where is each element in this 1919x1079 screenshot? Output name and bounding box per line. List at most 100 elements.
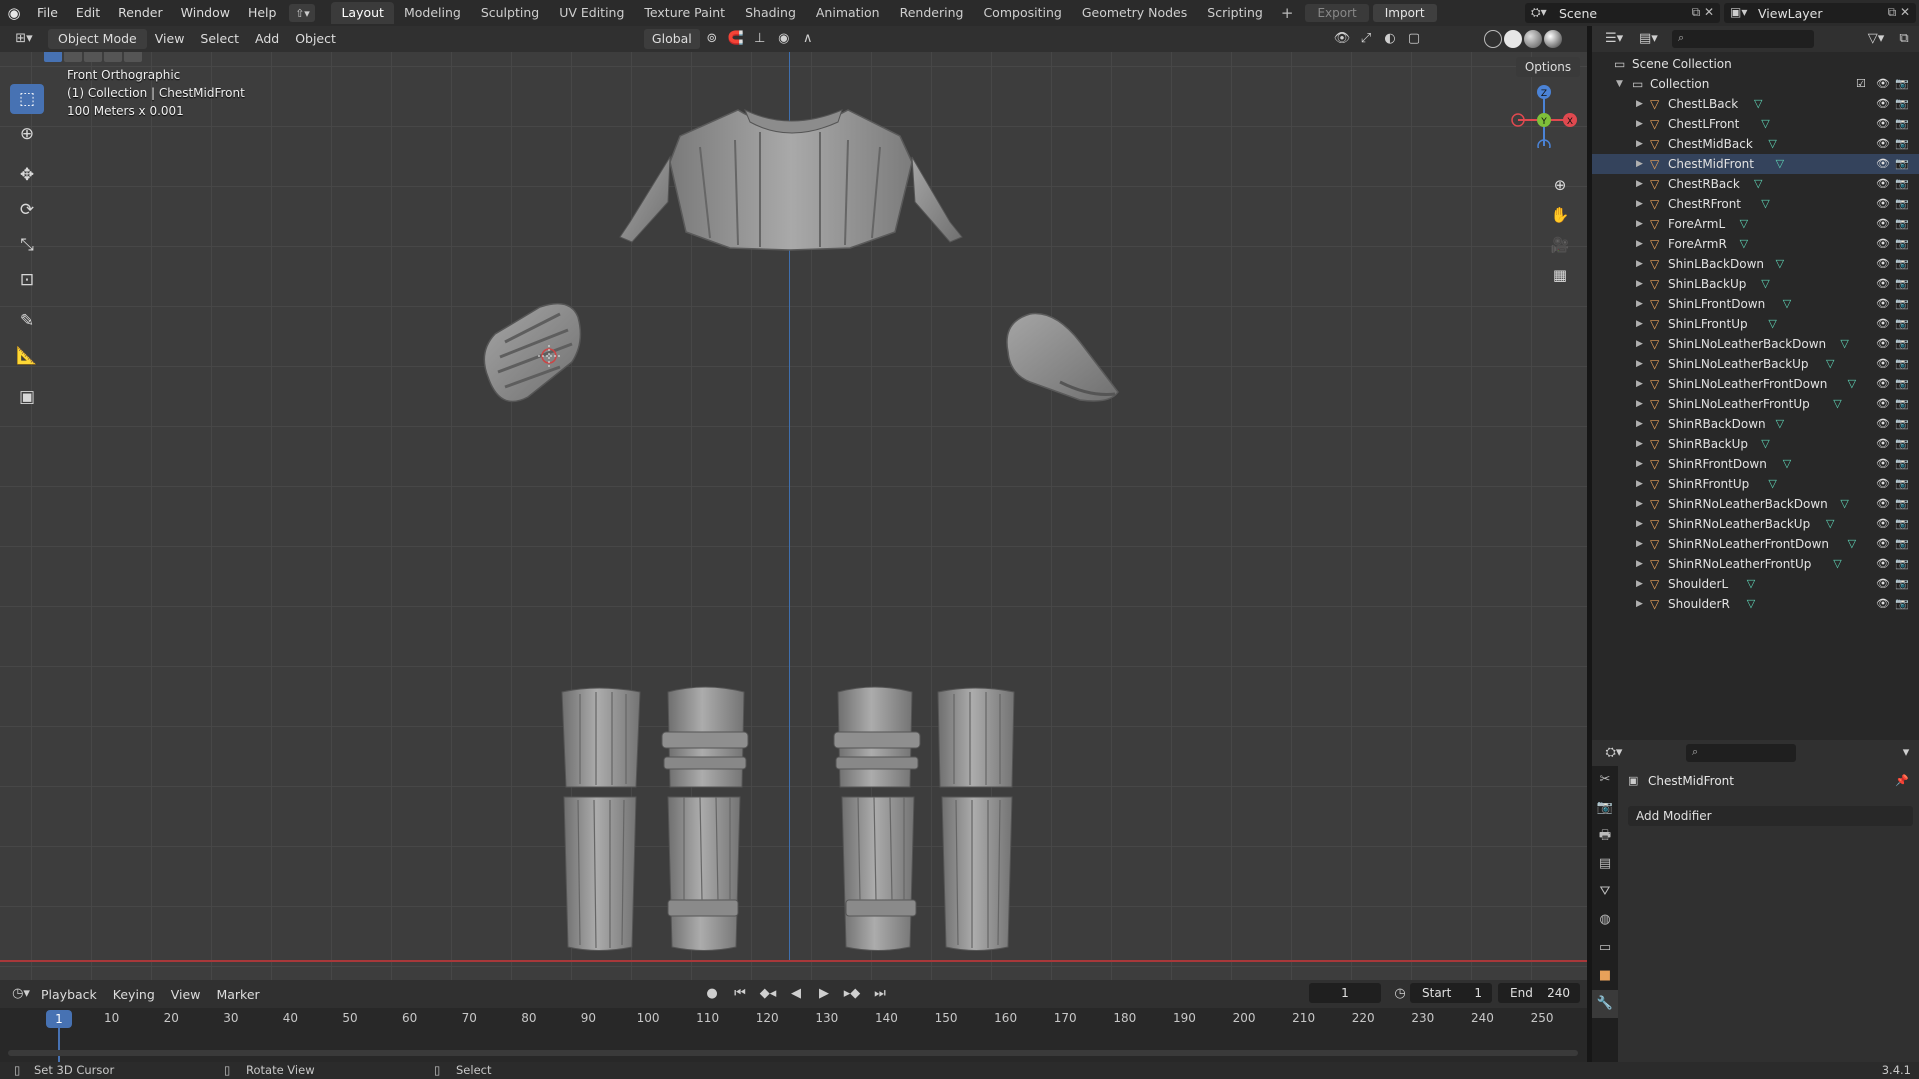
visibility-eye-icon[interactable]: 👁 bbox=[1876, 134, 1890, 154]
tab-sculpting[interactable]: Sculpting bbox=[471, 2, 549, 24]
mesh-data-icon[interactable]: ▽ bbox=[1768, 134, 1776, 154]
expand-item-icon[interactable]: ▶ bbox=[1636, 214, 1643, 234]
outliner-item[interactable]: ▶ ▽ ChestRBack ▽ 👁 📷 bbox=[1592, 174, 1919, 194]
chest-model[interactable] bbox=[619, 108, 963, 284]
visibility-eye-icon[interactable]: 👁 bbox=[1876, 114, 1890, 134]
visibility-eye-icon[interactable]: 👁 bbox=[1876, 314, 1890, 334]
mesh-data-icon[interactable]: ▽ bbox=[1761, 434, 1769, 454]
start-frame-field[interactable]: Start 1 bbox=[1410, 983, 1492, 1003]
new-scene-icon[interactable]: ⧉ ✕ bbox=[1692, 5, 1714, 20]
render-camera-icon[interactable]: 📷 bbox=[1895, 494, 1909, 514]
object-mode-dropdown[interactable]: Object Mode bbox=[48, 29, 147, 49]
render-camera-icon[interactable]: 📷 bbox=[1895, 414, 1909, 434]
expand-item-icon[interactable]: ▶ bbox=[1636, 94, 1643, 114]
mesh-data-icon[interactable]: ▽ bbox=[1783, 454, 1791, 474]
render-camera-icon[interactable]: 📷 bbox=[1895, 594, 1909, 614]
navigation-gizmo[interactable]: Z Y X bbox=[1490, 68, 1580, 148]
mesh-data-icon[interactable]: ▽ bbox=[1826, 354, 1834, 374]
render-camera-icon[interactable]: 📷 bbox=[1895, 114, 1909, 134]
mesh-data-icon[interactable]: ▽ bbox=[1848, 534, 1856, 554]
expand-item-icon[interactable]: ▶ bbox=[1636, 434, 1643, 454]
render-camera-icon[interactable]: 📷 bbox=[1895, 74, 1909, 94]
visibility-eye-icon[interactable]: 👁 bbox=[1876, 354, 1890, 374]
outliner-item[interactable]: ▶ ▽ ShinRFrontUp ▽ 👁 📷 bbox=[1592, 474, 1919, 494]
select-new-icon[interactable] bbox=[44, 52, 62, 62]
outliner-search-input[interactable]: ⌕ bbox=[1672, 30, 1814, 48]
proportional-edit-icon[interactable]: ◉ bbox=[775, 30, 793, 48]
mesh-data-icon[interactable]: ▽ bbox=[1776, 414, 1784, 434]
pan-hand-icon[interactable]: ✋ bbox=[1547, 202, 1573, 228]
visibility-eye-icon[interactable]: 👁 bbox=[1876, 494, 1890, 514]
tab-modeling[interactable]: Modeling bbox=[394, 2, 471, 24]
mesh-data-icon[interactable]: ▽ bbox=[1833, 554, 1841, 574]
render-camera-icon[interactable]: 📷 bbox=[1895, 554, 1909, 574]
expand-item-icon[interactable]: ▶ bbox=[1636, 514, 1643, 534]
select-box-tool-icon[interactable]: ⬚ bbox=[10, 84, 44, 114]
render-camera-icon[interactable]: 📷 bbox=[1895, 374, 1909, 394]
scene-selector[interactable]: ⛭▾ Scene ⧉ ✕ bbox=[1525, 3, 1720, 23]
timeline-editor-icon[interactable]: ◷▾ bbox=[12, 985, 30, 1003]
mesh-data-icon[interactable]: ▽ bbox=[1826, 514, 1834, 534]
visibility-eye-icon[interactable]: 👁 bbox=[1876, 554, 1890, 574]
mesh-data-icon[interactable]: ▽ bbox=[1761, 194, 1769, 214]
render-camera-icon[interactable]: 📷 bbox=[1895, 214, 1909, 234]
timeline-scrollbar[interactable] bbox=[8, 1050, 1578, 1056]
expand-item-icon[interactable]: ▶ bbox=[1636, 494, 1643, 514]
visibility-eye-icon[interactable]: 👁 bbox=[1876, 454, 1890, 474]
collection-tab-icon[interactable]: ▭ bbox=[1592, 934, 1618, 962]
import-button[interactable]: Import bbox=[1372, 4, 1437, 22]
tab-rendering[interactable]: Rendering bbox=[890, 2, 974, 24]
zoom-icon[interactable]: ⊕ bbox=[1547, 172, 1573, 198]
mesh-data-icon[interactable]: ▽ bbox=[1776, 254, 1784, 274]
outliner-item[interactable]: ▶ ▽ ShinRNoLeatherBackDown ▽ 👁 📷 bbox=[1592, 494, 1919, 514]
expand-item-icon[interactable]: ▶ bbox=[1636, 594, 1643, 614]
render-camera-icon[interactable]: 📷 bbox=[1895, 134, 1909, 154]
expand-item-icon[interactable]: ▶ bbox=[1636, 534, 1643, 554]
expand-item-icon[interactable]: ▶ bbox=[1636, 234, 1643, 254]
object-tab-icon[interactable]: ■ bbox=[1592, 962, 1618, 990]
outliner-item[interactable]: ▶ ▽ ShinRNoLeatherFrontUp ▽ 👁 📷 bbox=[1592, 554, 1919, 574]
outliner-item[interactable]: ▶ ▽ ShinLFrontDown ▽ 👁 📷 bbox=[1592, 294, 1919, 314]
tab-layout[interactable]: Layout bbox=[331, 2, 394, 24]
mesh-data-icon[interactable]: ▽ bbox=[1783, 294, 1791, 314]
add-modifier-dropdown[interactable]: Add Modifier bbox=[1628, 806, 1913, 826]
outliner-item[interactable]: ▶ ▽ ShoulderR ▽ 👁 📷 bbox=[1592, 594, 1919, 614]
end-frame-field[interactable]: End 240 bbox=[1498, 983, 1580, 1003]
mesh-data-icon[interactable]: ▽ bbox=[1754, 174, 1762, 194]
mesh-data-icon[interactable]: ▽ bbox=[1848, 374, 1856, 394]
render-camera-icon[interactable]: 📷 bbox=[1895, 534, 1909, 554]
render-camera-icon[interactable]: 📷 bbox=[1895, 474, 1909, 494]
camera-view-icon[interactable]: 🎥 bbox=[1547, 232, 1573, 258]
forearm-l-model[interactable] bbox=[483, 302, 582, 403]
expand-item-icon[interactable]: ▶ bbox=[1636, 394, 1643, 414]
display-mode-icon[interactable]: ▤▾ bbox=[1639, 30, 1658, 48]
select-extend-icon[interactable] bbox=[64, 52, 82, 62]
tab-geometry-nodes[interactable]: Geometry Nodes bbox=[1072, 2, 1197, 24]
rendered-shading-icon[interactable] bbox=[1544, 30, 1562, 48]
menu-object[interactable]: Object bbox=[287, 29, 344, 49]
mesh-data-icon[interactable]: ▽ bbox=[1747, 594, 1755, 614]
mesh-data-icon[interactable]: ▽ bbox=[1768, 314, 1776, 334]
visibility-eye-icon[interactable]: 👁 bbox=[1876, 194, 1890, 214]
mesh-data-icon[interactable]: ▽ bbox=[1840, 334, 1848, 354]
mesh-data-icon[interactable]: ▽ bbox=[1754, 94, 1762, 114]
visibility-eye-icon[interactable]: 👁 bbox=[1876, 594, 1890, 614]
outliner-item[interactable]: ▶ ▽ ShinLNoLeatherBackDown ▽ 👁 📷 bbox=[1592, 334, 1919, 354]
play-reverse-icon[interactable]: ◀ bbox=[787, 985, 805, 1003]
visibility-eye-icon[interactable]: 👁 bbox=[1876, 254, 1890, 274]
tab-texture-paint[interactable]: Texture Paint bbox=[634, 2, 735, 24]
properties-search-input[interactable]: ⌕ bbox=[1686, 744, 1796, 762]
expand-item-icon[interactable]: ▶ bbox=[1636, 174, 1643, 194]
menu-edit[interactable]: Edit bbox=[67, 0, 109, 26]
jump-start-icon[interactable]: ⏮ bbox=[731, 985, 749, 1003]
pin-icon[interactable]: 📌 bbox=[1895, 774, 1909, 787]
snap-target-icon[interactable]: ⊥ bbox=[751, 30, 769, 48]
render-camera-icon[interactable]: 📷 bbox=[1895, 394, 1909, 414]
clock-icon[interactable]: ◷ bbox=[1391, 985, 1409, 1003]
render-camera-icon[interactable]: 📷 bbox=[1895, 234, 1909, 254]
outliner-item[interactable]: ▶ ▽ ChestLFront ▽ 👁 📷 bbox=[1592, 114, 1919, 134]
visibility-eye-icon[interactable]: 👁 bbox=[1876, 334, 1890, 354]
mesh-data-icon[interactable]: ▽ bbox=[1740, 214, 1748, 234]
tool-tab-icon[interactable]: ✂ bbox=[1592, 766, 1618, 794]
render-camera-icon[interactable]: 📷 bbox=[1895, 334, 1909, 354]
